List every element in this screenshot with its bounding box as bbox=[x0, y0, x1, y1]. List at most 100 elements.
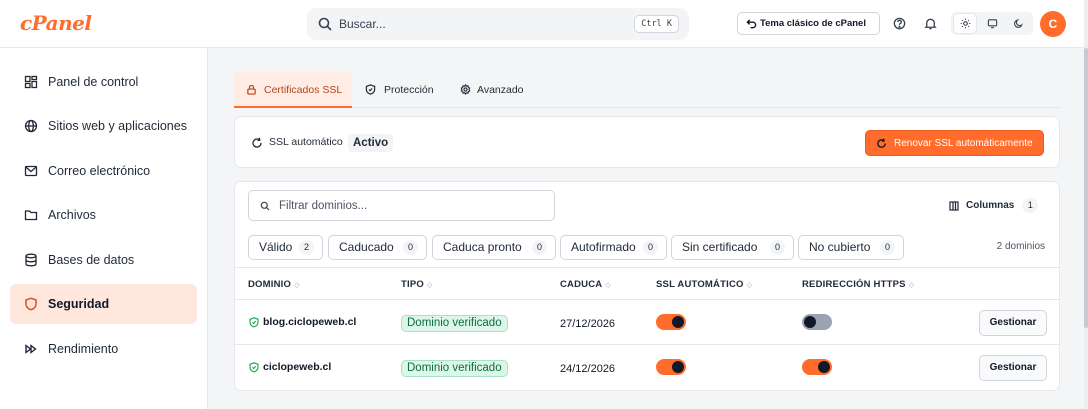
filter-chip-expiring-soon[interactable]: Caduca pronto 0 bbox=[432, 235, 556, 260]
https-redirect-toggle[interactable] bbox=[802, 359, 832, 375]
sidebar-item-label: Panel de control bbox=[48, 75, 139, 89]
refresh-icon bbox=[877, 138, 886, 148]
filter-chip-count: 0 bbox=[532, 240, 547, 255]
color-mode-switcher bbox=[951, 12, 1033, 35]
https-redirect-toggle[interactable] bbox=[802, 314, 832, 330]
domain-name: blog.ciclopeweb.cl bbox=[263, 316, 357, 328]
filter-chip-count: 0 bbox=[643, 240, 658, 255]
refresh-icon bbox=[252, 137, 262, 148]
database-icon bbox=[25, 253, 37, 267]
domain-cell: ciclopeweb.cl bbox=[249, 361, 331, 373]
shield-check-icon bbox=[249, 317, 259, 328]
domain-name: ciclopeweb.cl bbox=[263, 361, 332, 373]
sidebar-item-label: Seguridad bbox=[48, 297, 110, 311]
dark-mode-button[interactable] bbox=[1007, 14, 1029, 33]
sidebar-item-security[interactable]: Seguridad bbox=[10, 284, 197, 324]
sidebar-item-label: Sitios web y aplicaciones bbox=[48, 119, 187, 133]
search-input[interactable]: Buscar... Ctrl K bbox=[307, 8, 689, 40]
sort-icon: ◇ bbox=[746, 282, 753, 289]
filter-chip-no-certificate[interactable]: Sin certificado 0 bbox=[671, 235, 794, 260]
tab-ssl-certificates[interactable]: Certificados SSL bbox=[234, 72, 352, 108]
auto-ssl-toggle[interactable] bbox=[656, 314, 686, 330]
sidebar-item-performance[interactable]: Rendimiento bbox=[10, 329, 197, 369]
manage-button[interactable]: Gestionar bbox=[979, 310, 1047, 336]
sun-icon bbox=[960, 18, 971, 29]
shield-icon bbox=[365, 84, 376, 95]
manage-button[interactable]: Gestionar bbox=[979, 355, 1047, 381]
column-header-https-redirect[interactable]: REDIRECCIÓN HTTPS ◇ bbox=[802, 279, 914, 290]
column-header-label: DOMINIO bbox=[248, 279, 292, 290]
tab-protection[interactable]: Protección bbox=[354, 72, 449, 108]
domain-filter-input[interactable]: Filtrar dominios... bbox=[248, 190, 555, 221]
sort-icon: ◇ bbox=[294, 282, 300, 289]
filter-chip-count: 0 bbox=[403, 240, 418, 255]
filter-chip-valid[interactable]: Válido 2 bbox=[248, 235, 323, 260]
bell-icon[interactable] bbox=[923, 16, 938, 31]
toggle-knob bbox=[672, 316, 684, 328]
sidebar-item-label: Bases de datos bbox=[48, 253, 135, 267]
column-header-label: CADUCA bbox=[560, 279, 603, 290]
renew-auto-ssl-button[interactable]: Renovar SSL automáticamente bbox=[865, 130, 1044, 156]
domain-type-badge: Dominio verificado bbox=[401, 360, 508, 377]
domain-type-badge: Dominio verificado bbox=[401, 315, 508, 332]
sort-icon: ◇ bbox=[908, 282, 915, 289]
system-mode-button[interactable] bbox=[981, 14, 1003, 33]
search-icon bbox=[260, 201, 270, 211]
classic-theme-button[interactable]: Tema clásico de cPanel bbox=[737, 12, 880, 35]
column-header-auto-ssl[interactable]: SSL AUTOMÁTICO ◇ bbox=[656, 279, 752, 290]
columns-button[interactable]: Columnas 1 bbox=[949, 197, 1039, 215]
gear-icon bbox=[460, 84, 471, 95]
scrollbar-thumb[interactable] bbox=[1084, 48, 1088, 328]
lock-icon bbox=[247, 84, 256, 95]
auto-ssl-status: Activo bbox=[348, 134, 394, 152]
auto-ssl-toggle[interactable] bbox=[656, 359, 686, 375]
column-header-label: TIPO bbox=[401, 279, 424, 290]
filter-chip-label: Sin certificado bbox=[682, 240, 758, 254]
help-icon[interactable] bbox=[892, 16, 907, 31]
cpanel-logo[interactable]: cPanel bbox=[20, 11, 92, 35]
security-tabs: Certificados SSL Protección Avanzado bbox=[234, 72, 1060, 108]
toggle-knob bbox=[818, 361, 830, 373]
filter-chip-not-covered[interactable]: No cubierto 0 bbox=[798, 235, 904, 260]
auto-ssl-card: SSL automático Activo Renovar SSL automá… bbox=[234, 116, 1060, 168]
user-avatar[interactable]: C bbox=[1040, 11, 1066, 37]
undo-icon bbox=[746, 19, 757, 29]
sidebar-item-dashboard[interactable]: Panel de control bbox=[10, 62, 197, 102]
shield-check-icon bbox=[249, 362, 259, 373]
renew-auto-ssl-label: Renovar SSL automáticamente bbox=[894, 138, 1033, 149]
expiry-date: 27/12/2026 bbox=[560, 318, 616, 330]
domain-count: 2 dominios bbox=[996, 241, 1045, 252]
sidebar-item-websites[interactable]: Sitios web y aplicaciones bbox=[10, 106, 197, 146]
sidebar-item-files[interactable]: Archivos bbox=[10, 195, 197, 235]
folder-icon bbox=[24, 210, 38, 221]
sidebar-item-email[interactable]: Correo electrónico bbox=[10, 151, 197, 191]
filter-chip-self-signed[interactable]: Autofirmado 0 bbox=[560, 235, 667, 260]
shield-icon bbox=[25, 297, 37, 311]
auto-ssl-label: SSL automático bbox=[269, 136, 343, 148]
column-header-type[interactable]: TIPO ◇ bbox=[401, 279, 433, 290]
classic-theme-label: Tema clásico de cPanel bbox=[760, 18, 866, 29]
tab-label: Certificados SSL bbox=[264, 84, 343, 96]
filter-chip-label: No cubierto bbox=[809, 240, 871, 254]
sidebar-item-label: Correo electrónico bbox=[48, 164, 151, 178]
fast-forward-icon bbox=[25, 344, 37, 354]
light-mode-button[interactable] bbox=[954, 14, 976, 33]
table-header: DOMINIO ◇ TIPO ◇ CADUCA ◇ SSL AUTOMÁTICO ◇ R… bbox=[235, 267, 1059, 300]
tab-advanced[interactable]: Avanzado bbox=[449, 72, 534, 108]
column-header-expires[interactable]: CADUCA ◇ bbox=[560, 279, 611, 290]
filter-chip-expired[interactable]: Caducado 0 bbox=[328, 235, 427, 260]
domain-filter-placeholder: Filtrar dominios... bbox=[279, 200, 368, 212]
filter-chip-count: 2 bbox=[299, 240, 314, 255]
table-row: blog.ciclopeweb.cl Dominio verificado 27… bbox=[235, 300, 1059, 345]
columns-icon bbox=[949, 201, 959, 211]
column-header-domain[interactable]: DOMINIO ◇ bbox=[248, 279, 300, 290]
moon-icon bbox=[1014, 19, 1023, 28]
dashboard-icon bbox=[24, 75, 38, 89]
tab-label: Protección bbox=[384, 84, 434, 96]
sort-icon: ◇ bbox=[426, 282, 433, 289]
sidebar-item-label: Archivos bbox=[48, 208, 96, 222]
sidebar-item-databases[interactable]: Bases de datos bbox=[10, 240, 197, 280]
top-bar: cPanel Buscar... Ctrl K Tema clásico de … bbox=[0, 0, 1088, 48]
columns-label: Columnas bbox=[966, 200, 1015, 211]
page-scrollbar[interactable] bbox=[1084, 0, 1088, 409]
